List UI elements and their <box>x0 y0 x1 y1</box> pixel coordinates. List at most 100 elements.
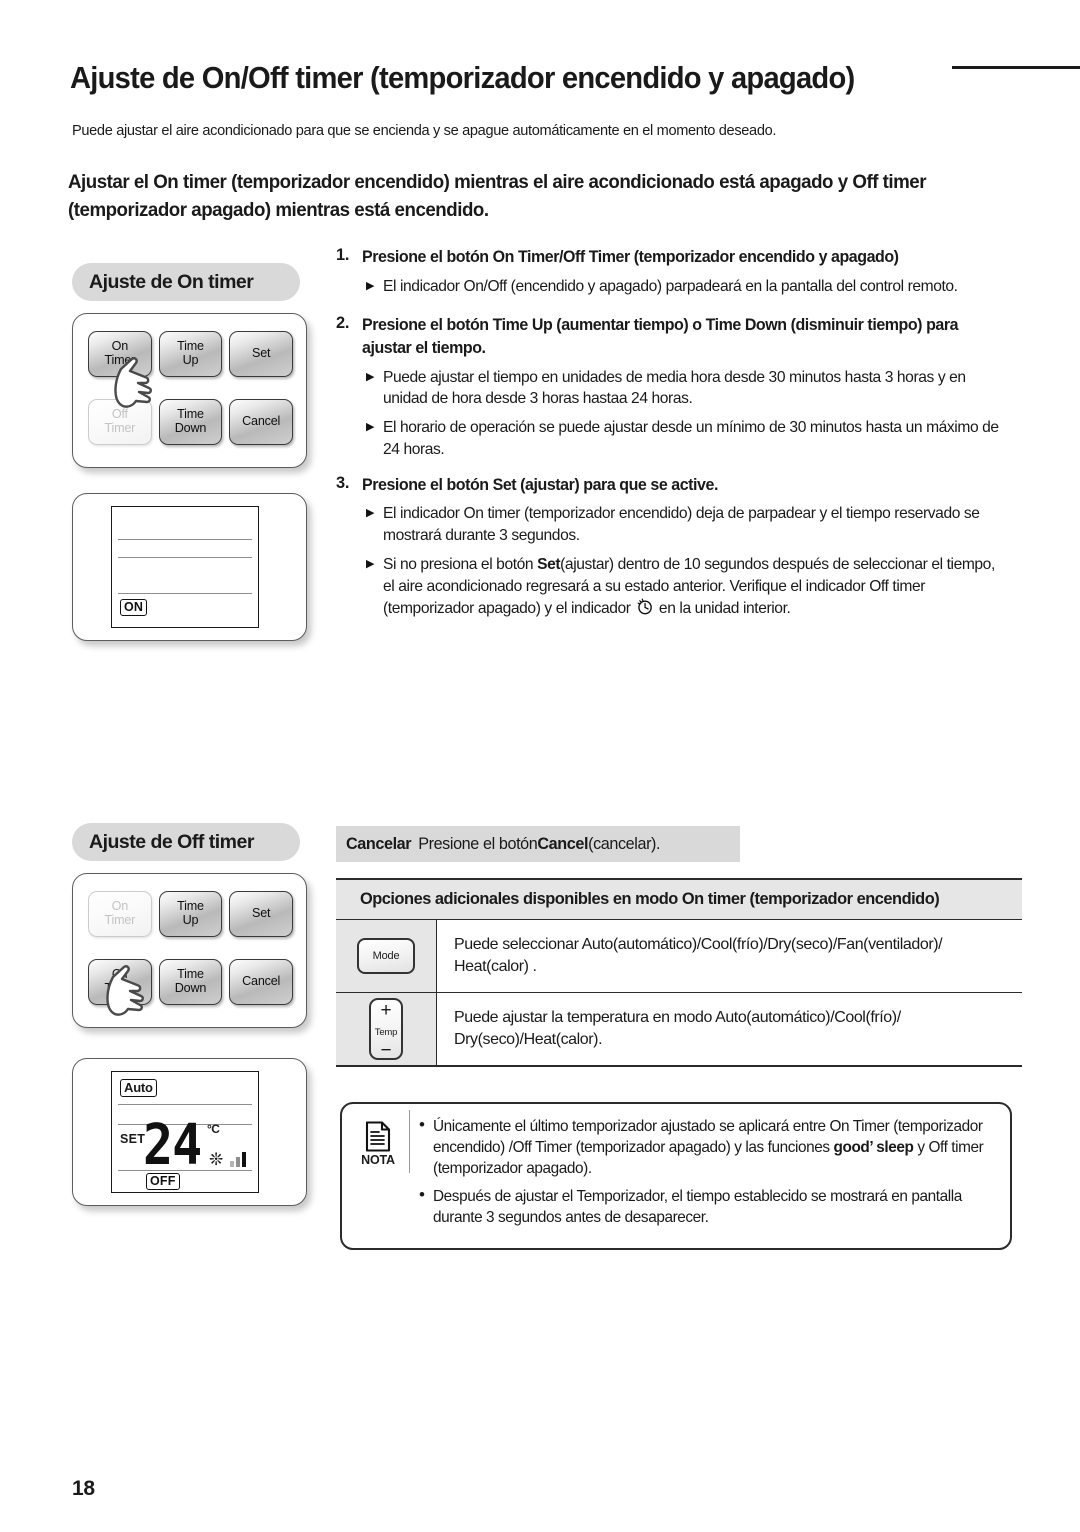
fan-icon: ❊ <box>209 1150 224 1169</box>
remote-button-time-up[interactable]: Time Up <box>158 891 223 937</box>
step-2-bullet-1: ▶ Puede ajustar el tiempo en unidades de… <box>366 367 1022 411</box>
bullet-text: Puede ajustar el tiempo en unidades de m… <box>383 368 966 408</box>
good-sleep-name: good’ sleep <box>833 1139 914 1157</box>
intro-paragraph: Puede ajustar el aire acondicionado para… <box>72 122 777 139</box>
button-label-line1: Time <box>177 407 204 422</box>
set-button-name: Set <box>537 555 561 573</box>
button-label-line1: Off <box>111 407 128 422</box>
remote-button-time-up[interactable]: Time Up <box>158 331 223 377</box>
lcd-set-label: SET <box>120 1132 146 1146</box>
mode-button-label: Mode <box>372 950 400 962</box>
triangle-bullet-icon: ▶ <box>366 557 375 570</box>
cancel-band-label: Cancelar <box>346 834 412 853</box>
rich-part-3: en la unidad interior. <box>655 600 791 618</box>
rich-part-1: Si no presiona el botón <box>383 555 538 573</box>
lcd-divider <box>118 557 252 559</box>
note-label: NOTA <box>361 1153 395 1167</box>
button-label-line2: Down <box>174 981 207 995</box>
remote-button-cancel[interactable]: Cancel <box>229 959 293 1005</box>
dot-bullet-icon: • <box>419 1115 425 1134</box>
mode-button-cell: Mode <box>336 920 437 992</box>
step-2-bullet-2: ▶ El horario de operación se puede ajust… <box>366 417 1022 461</box>
step-3-bullet-2: ▶ Si no presiona el botón Set(ajustar) d… <box>366 554 1022 620</box>
mode-description: Puede seleccionar Auto(automático)/Cool(… <box>454 936 943 975</box>
button-label-line2: Timer <box>104 981 136 995</box>
page-title: Ajuste de On/Off timer (temporizador enc… <box>70 60 855 95</box>
document-note-icon <box>365 1121 391 1152</box>
on-timer-label-text: Ajuste de On timer <box>89 270 254 293</box>
temp-button-label: Temp <box>374 1026 398 1038</box>
cancel-button-name: Cancel <box>537 834 589 853</box>
button-label-line1: Cancel <box>242 974 281 989</box>
button-label-line2: Timer <box>104 353 136 367</box>
note-box: NOTA • Únicamente el último temporizador… <box>340 1102 1012 1250</box>
additional-options-table: Opciones adicionales disponibles en modo… <box>336 878 1022 1067</box>
note-label-column: NOTA <box>347 1110 410 1173</box>
temp-button-cell: + Temp − <box>336 993 437 1065</box>
step-text: Presione el botón Time Up (aumentar tiem… <box>362 316 959 358</box>
button-label-line1: Off <box>111 967 128 982</box>
step-2: 2. Presione el botón Time Up (aumentar t… <box>336 314 1022 359</box>
triangle-bullet-icon: ▶ <box>366 421 375 434</box>
triangle-bullet-icon: ▶ <box>366 279 375 292</box>
button-label-line1: Time <box>177 967 204 982</box>
bullet-text-rich: Si no presiona el botón Set(ajustar) den… <box>383 554 1006 620</box>
temp-button-icon[interactable]: + Temp − <box>369 998 403 1060</box>
remote-button-on-timer[interactable]: On Timer <box>88 331 152 377</box>
step-number: 1. <box>336 246 350 264</box>
note-text-1: Únicamente el último temporizador ajusta… <box>433 1116 988 1180</box>
lcd-divider <box>118 1170 252 1172</box>
options-table-row-temp: + Temp − Puede ajustar la temperatura en… <box>336 993 1022 1067</box>
dot-bullet-icon: • <box>419 1184 425 1204</box>
off-timer-button-grid: On Timer Time Up Set Off Timer Time Down… <box>88 891 293 1005</box>
remote-button-cancel[interactable]: Cancel <box>229 399 293 445</box>
on-timer-remote-diagram: On Timer Time Up Set Off Timer Time Down… <box>72 313 307 468</box>
page-number: 18 <box>72 1477 95 1500</box>
step-3: 3. Presione el botón Set (ajustar) para … <box>336 474 1022 497</box>
off-timer-section-label: Ajuste de Off timer <box>72 823 300 861</box>
remote-button-time-down[interactable]: Time Down <box>158 399 223 445</box>
remote-button-off-timer[interactable]: Off Timer <box>88 959 152 1005</box>
remote-button-off-timer[interactable]: Off Timer <box>88 399 152 445</box>
manual-page: Ajuste de On/Off timer (temporizador enc… <box>0 0 1080 1532</box>
step-text: Presione el botón On Timer/Off Timer (te… <box>362 248 899 266</box>
step-text: Presione el botón Set (ajustar) para que… <box>362 475 718 494</box>
button-label-line1: On <box>111 899 129 914</box>
note-content: • Únicamente el último temporizador ajus… <box>410 1104 1010 1248</box>
lcd-divider <box>118 539 252 541</box>
button-label-line2: Down <box>174 421 207 435</box>
lcd-divider <box>118 593 252 595</box>
lcd-divider <box>118 1104 252 1106</box>
lcd-status-tag-on: ON <box>120 599 148 617</box>
title-rule <box>952 66 1080 69</box>
remote-button-set[interactable]: Set <box>229 891 293 937</box>
off-timer-remote-diagram: On Timer Time Up Set Off Timer Time Down… <box>72 873 307 1028</box>
note-item-2: • Después de ajustar el Temporizador, el… <box>419 1184 996 1228</box>
off-timer-label-text: Ajuste de Off timer <box>89 830 254 853</box>
remote-button-set[interactable]: Set <box>229 331 293 377</box>
triangle-bullet-icon: ▶ <box>366 370 375 383</box>
step-number: 3. <box>336 473 350 492</box>
cancel-band-text-after: (cancelar). <box>588 834 661 853</box>
button-label-line1: Cancel <box>242 414 281 429</box>
step-1: 1. Presione el botón On Timer/Off Timer … <box>336 246 1022 269</box>
step-3-bullet-1: ▶ El indicador On timer (temporizador en… <box>366 503 1022 547</box>
note-text-2: Después de ajustar el Temporizador, el t… <box>433 1187 962 1226</box>
options-table-row-mode: Mode Puede seleccionar Auto(automático)/… <box>336 920 1022 993</box>
temp-description: Puede ajustar la temperatura en modo Aut… <box>454 1009 901 1048</box>
remote-button-on-timer[interactable]: On Timer <box>88 891 152 937</box>
on-timer-button-grid: On Timer Time Up Set Off Timer Time Down… <box>88 331 293 445</box>
step-1-bullet: ▶ El indicador On/Off (encendido y apaga… <box>366 276 1022 298</box>
bullet-text: El indicador On/Off (encendido y apagado… <box>383 277 958 295</box>
triangle-bullet-icon: ▶ <box>366 507 375 520</box>
button-label-line1: Time <box>177 339 204 354</box>
button-label-line2: Up <box>182 353 199 367</box>
button-label-line1: On <box>111 339 129 354</box>
cancel-band-text-before: Presione el botón <box>418 834 538 853</box>
mode-button-icon[interactable]: Mode <box>357 938 415 974</box>
remote-button-time-down[interactable]: Time Down <box>158 959 223 1005</box>
button-label-line1: Time <box>177 899 204 914</box>
button-label-line1: Set <box>252 906 271 921</box>
button-label-line2: Timer <box>104 421 136 435</box>
sub-heading: Ajustar el On timer (temporizador encend… <box>68 171 927 222</box>
